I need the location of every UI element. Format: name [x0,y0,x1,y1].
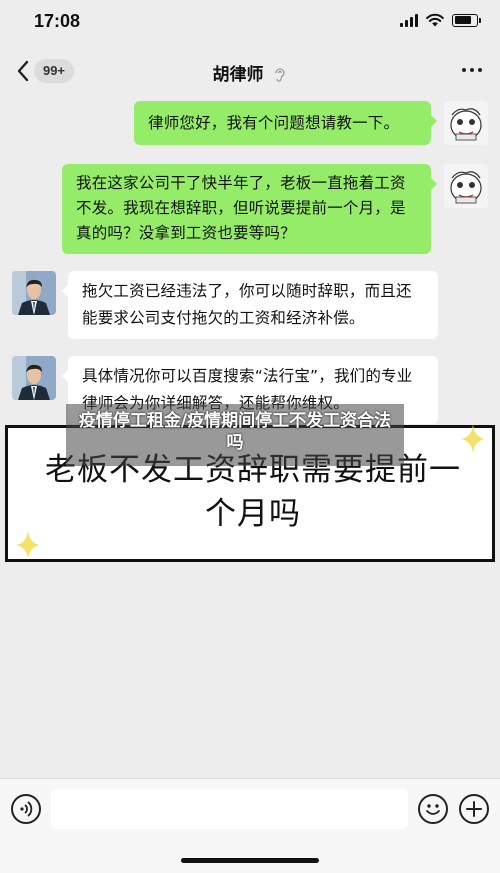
lawyer-avatar[interactable] [12,271,56,315]
status-bar: 17:08 [0,0,500,46]
chat-title: 胡律师 [0,60,500,85]
meme-avatar-icon [444,101,488,145]
battery-icon [452,13,481,27]
meme-avatar-icon [444,164,488,208]
status-time: 17:08 [34,11,81,31]
message-text: 我在这家公司干了快半年了，老板一直拖着工资不发。我现在想辞职，但听说要提前一个月… [76,174,406,242]
user-avatar[interactable] [444,101,488,145]
home-indicator[interactable] [181,858,319,863]
message-input[interactable] [51,789,408,829]
plus-icon[interactable] [459,794,489,824]
lawyer-photo-icon [12,356,56,400]
message-bubble[interactable]: 律师您好，我有个问题想请教一下。 [134,101,437,145]
lawyer-photo-icon [12,271,56,315]
hearing-icon [275,68,286,82]
message-text: 律师您好，我有个问题想请教一下。 [148,114,400,132]
chat-header: 99+ 胡律师 [0,46,500,96]
wifi-icon [426,13,444,27]
lawyer-avatar[interactable] [12,356,56,400]
overlay-title: 疫情停工租金/疫情期间停工不发工资合法吗 [66,404,404,466]
user-avatar[interactable] [444,164,488,208]
status-icons [400,13,481,27]
sparkle-icon [461,424,485,454]
emoji-icon[interactable] [418,794,448,824]
signal-icon [400,13,418,27]
sparkle-icon [16,530,40,560]
message-bubble[interactable]: 拖欠工资已经违法了，你可以随时辞职，而且还能要求公司支付拖欠的工资和经济补偿。 [62,271,438,339]
message-text: 拖欠工资已经违法了，你可以随时辞职，而且还能要求公司支付拖欠的工资和经济补偿。 [82,282,412,327]
more-dots-icon[interactable] [462,68,482,72]
message-bubble[interactable]: 我在这家公司干了快半年了，老板一直拖着工资不发。我现在想辞职，但听说要提前一个月… [62,164,437,254]
chat-title-text: 胡律师 [212,65,264,85]
voice-icon[interactable] [11,794,41,824]
battery-fill [454,16,472,24]
